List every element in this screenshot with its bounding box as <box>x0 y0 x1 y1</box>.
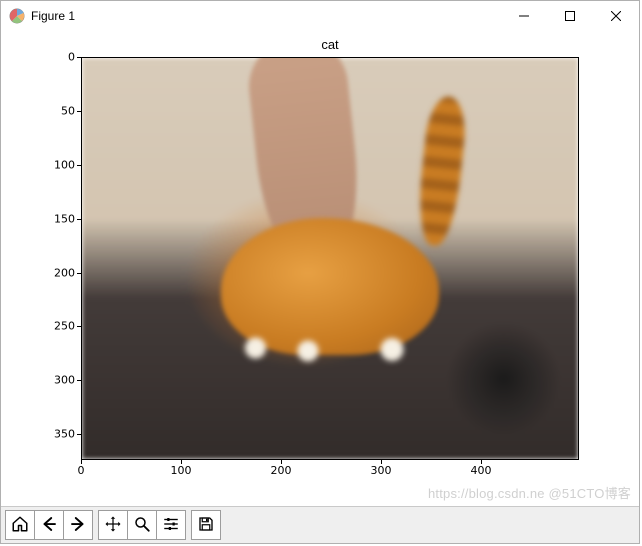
save-icon <box>197 515 215 536</box>
arrow-right-icon <box>69 515 87 536</box>
home-button[interactable] <box>5 510 35 540</box>
x-tick-label: 200 <box>271 464 292 477</box>
back-button[interactable] <box>34 510 64 540</box>
y-tick-label: 250 <box>54 320 75 333</box>
close-button[interactable] <box>593 1 639 31</box>
y-tick-label: 0 <box>68 51 75 64</box>
configure-subplots-button[interactable] <box>156 510 186 540</box>
x-tick-label: 300 <box>371 464 392 477</box>
plot-axes <box>81 57 579 460</box>
move-icon <box>104 515 122 536</box>
y-tick-label: 350 <box>54 428 75 441</box>
y-tick-label: 150 <box>54 212 75 225</box>
y-tick-label: 100 <box>54 158 75 171</box>
magnifier-icon <box>133 515 151 536</box>
watermark-text: https://blog.csdn.ne @51CTO博客 <box>428 483 631 502</box>
save-button[interactable] <box>191 510 221 540</box>
pan-button[interactable] <box>98 510 128 540</box>
figure-canvas[interactable]: cat https://blog.csdn.ne @51CTO博客 0 50 100… <box>1 31 639 506</box>
y-tick-label: 300 <box>54 374 75 387</box>
x-tick-label: 0 <box>78 464 85 477</box>
maximize-button[interactable] <box>547 1 593 31</box>
arrow-left-icon <box>40 515 58 536</box>
y-tick-label: 50 <box>61 104 75 117</box>
figure-window: Figure 1 cat https://blog.csdn.ne @51CTO… <box>0 0 640 544</box>
navigation-toolbar <box>1 506 639 543</box>
y-tick-label: 200 <box>54 266 75 279</box>
sliders-icon <box>162 515 180 536</box>
window-title: Figure 1 <box>31 9 75 23</box>
plot-title: cat <box>81 37 579 52</box>
zoom-button[interactable] <box>127 510 157 540</box>
x-tick-label: 400 <box>471 464 492 477</box>
x-tick-label: 100 <box>171 464 192 477</box>
titlebar: Figure 1 <box>1 1 639 31</box>
minimize-button[interactable] <box>501 1 547 31</box>
matplotlib-icon <box>9 8 25 24</box>
forward-button[interactable] <box>63 510 93 540</box>
home-icon <box>11 515 29 536</box>
